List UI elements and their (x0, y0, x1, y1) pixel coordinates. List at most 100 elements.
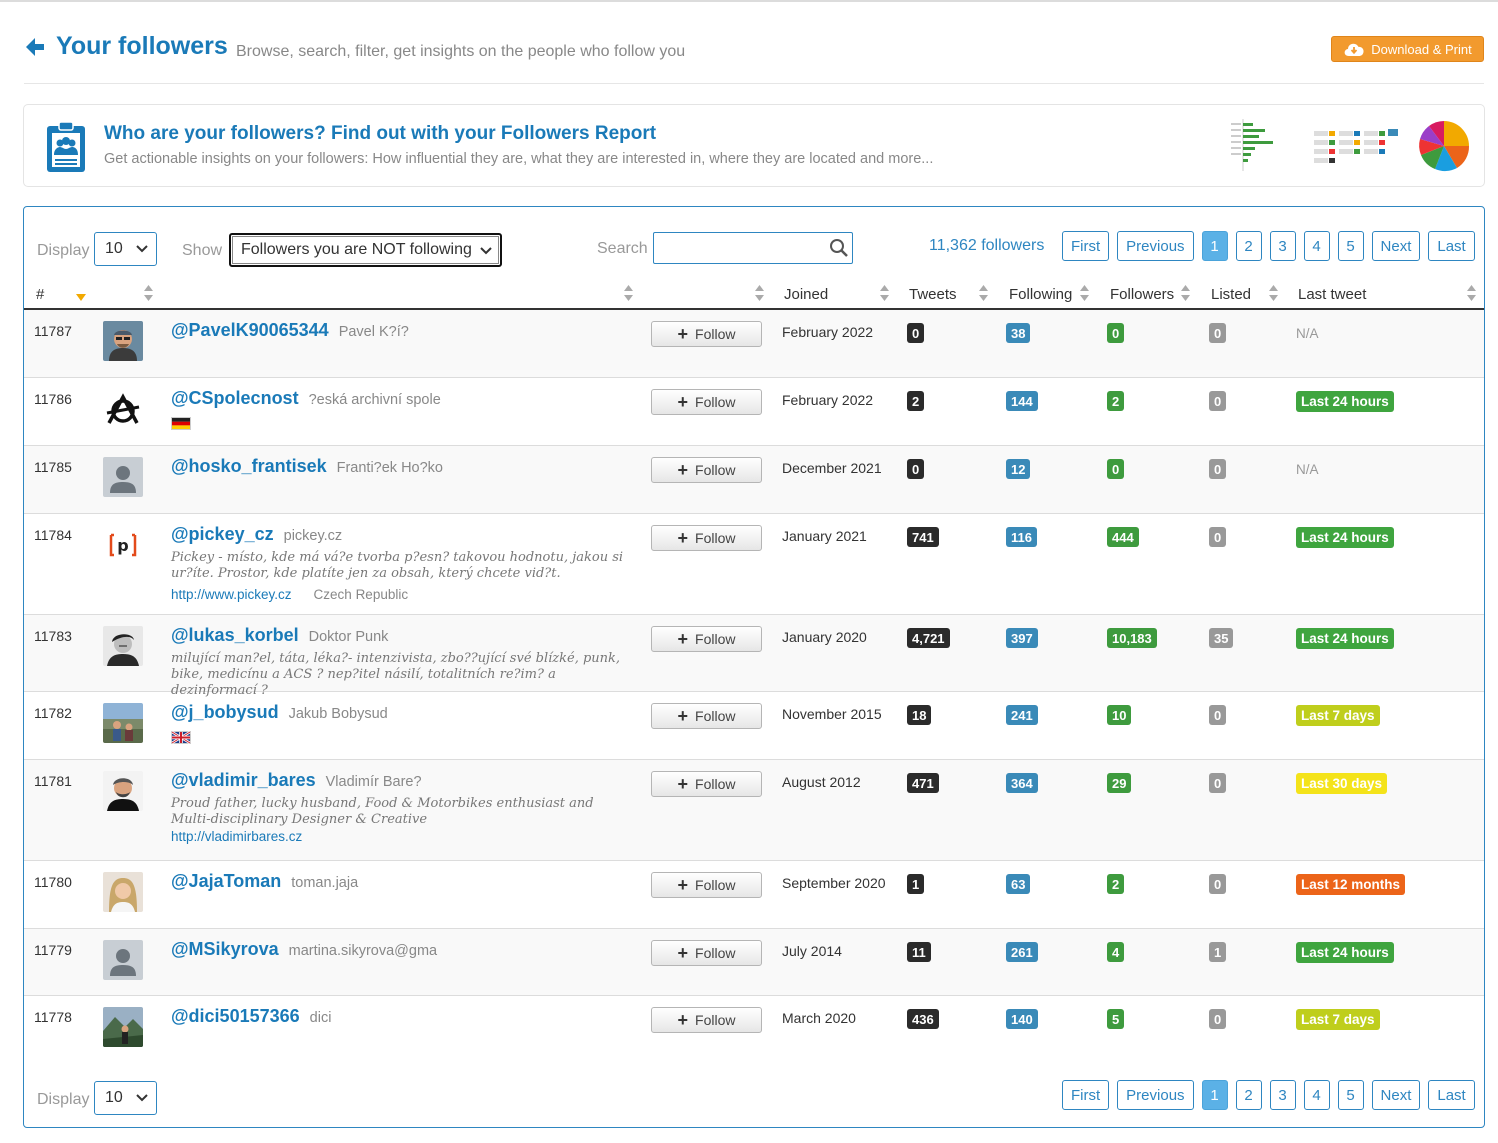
column-header-tweets[interactable]: Tweets (909, 286, 957, 303)
column-header-num[interactable]: # (36, 286, 44, 303)
joined-date: February 2022 (782, 392, 874, 408)
previous-page-button[interactable]: Previous (1117, 1080, 1194, 1110)
row-number: 11784 (34, 527, 72, 543)
column-header-last-tweet[interactable]: Last tweet (1298, 286, 1366, 303)
follow-button[interactable]: + Follow (651, 703, 762, 729)
next-page-button[interactable]: Next (1371, 1080, 1421, 1110)
follow-button[interactable]: + Follow (651, 626, 762, 652)
follow-button[interactable]: + Follow (651, 457, 762, 483)
page-4-button[interactable]: 4 (1303, 231, 1330, 261)
next-page-button[interactable]: Next (1371, 231, 1421, 261)
follower-bio: Proud father, lucky husband, Food & Moto… (171, 796, 594, 827)
download-print-button[interactable]: Download & Print (1331, 36, 1484, 62)
avatar[interactable] (103, 321, 143, 361)
page-3-button[interactable]: 3 (1269, 1080, 1296, 1110)
page-2-button[interactable]: 2 (1235, 1080, 1262, 1110)
follow-button[interactable]: + Follow (651, 872, 762, 898)
last-page-button[interactable]: Last (1428, 1080, 1475, 1110)
avatar[interactable] (103, 1007, 143, 1047)
sort-icon[interactable] (880, 283, 889, 303)
follow-button[interactable]: + Follow (651, 1007, 762, 1033)
search-input[interactable] (653, 232, 853, 264)
tweets-count-badge: 11 (907, 942, 931, 962)
page-5-button[interactable]: 5 (1337, 1080, 1364, 1110)
avatar[interactable] (103, 703, 143, 743)
followers-count-badge: 0 (1107, 323, 1125, 343)
follower-handle-link[interactable]: @MSikyrova martina.sikyrova@gma (171, 939, 437, 960)
sort-icon[interactable] (979, 283, 988, 303)
page-1-button[interactable]: 1 (1201, 231, 1228, 261)
report-title[interactable]: Who are your followers? Find out with yo… (104, 123, 656, 145)
followers-report-banner[interactable]: Who are your followers? Find out with yo… (23, 104, 1485, 187)
column-header-joined[interactable]: Joined (784, 286, 828, 303)
germany-flag-icon (171, 417, 191, 430)
avatar[interactable] (103, 457, 143, 497)
follower-handle-link[interactable]: @hosko_frantisek Franti?ek Ho?ko (171, 456, 443, 477)
page-2-button[interactable]: 2 (1235, 231, 1262, 261)
row-number: 11781 (34, 773, 72, 789)
table-row: 11783 @lukas_korbel Doktor Punk milující … (24, 615, 1484, 698)
follower-location: Czech Republic (313, 587, 409, 602)
sort-ascending-icon[interactable] (76, 294, 86, 302)
follow-button[interactable]: + Follow (651, 940, 762, 966)
follower-website-link[interactable]: http://www.pickey.cz (171, 587, 292, 602)
page-5-button[interactable]: 5 (1337, 231, 1364, 261)
follower-handle-link[interactable]: @vladimir_bares Vladimír Bare? (171, 770, 422, 791)
last-page-button[interactable]: Last (1428, 231, 1475, 261)
sort-icon[interactable] (1467, 283, 1476, 303)
listed-count-badge: 1 (1209, 942, 1227, 962)
previous-page-button[interactable]: Previous (1117, 231, 1194, 261)
page-1-button[interactable]: 1 (1201, 1080, 1228, 1110)
sort-icon[interactable] (1181, 283, 1190, 303)
follower-handle-link[interactable]: @lukas_korbel Doktor Punk (171, 625, 388, 646)
avatar[interactable]: p (103, 525, 143, 565)
search-icon[interactable] (829, 238, 849, 258)
display-select[interactable]: 10 (94, 232, 157, 266)
arrow-left-icon[interactable] (24, 36, 46, 58)
follow-button[interactable]: + Follow (651, 321, 762, 347)
sort-icon[interactable] (144, 283, 153, 303)
last-tweet-status: Last 7 days (1296, 705, 1380, 726)
follow-button[interactable]: + Follow (651, 771, 762, 797)
follower-handle-link[interactable]: @dici50157366 dici (171, 1006, 331, 1027)
following-count-badge: 116 (1006, 527, 1037, 547)
sort-icon[interactable] (755, 283, 764, 303)
sort-icon[interactable] (624, 283, 633, 303)
sort-icon[interactable] (1269, 283, 1278, 303)
page-3-button[interactable]: 3 (1269, 231, 1296, 261)
avatar[interactable] (103, 771, 143, 811)
follower-website-link[interactable]: http://vladimirbares.cz (171, 829, 302, 844)
avatar[interactable] (103, 626, 143, 666)
follower-handle-link[interactable]: @PavelK90065344 Pavel K?í? (171, 320, 409, 341)
sort-icon[interactable] (1080, 283, 1089, 303)
avatar[interactable] (103, 872, 143, 912)
display-select-bottom[interactable]: 10 (94, 1081, 157, 1115)
follower-handle-link[interactable]: @CSpolecnost ?eská archivní spole (171, 388, 441, 409)
first-page-button[interactable]: First (1062, 1080, 1110, 1110)
follow-button[interactable]: + Follow (651, 389, 762, 415)
table-row: 11784 p @pickey_cz pickey.cz Pickey - mís… (24, 514, 1484, 615)
joined-date: August 2012 (782, 774, 861, 790)
chevron-down-icon (480, 247, 492, 255)
followers-count-badge: 2 (1107, 874, 1125, 894)
row-number: 11780 (34, 874, 72, 890)
show-filter-select[interactable]: Followers you are NOT following (229, 233, 502, 267)
page-4-button[interactable]: 4 (1303, 1080, 1330, 1110)
pie-chart-thumbnail-icon (1419, 121, 1470, 172)
avatar-photo-icon (103, 1007, 143, 1047)
table-row: 11780 @JajaToman toman.jaja + Follow Septe… (24, 861, 1484, 929)
listed-count-badge: 0 (1209, 459, 1227, 479)
display-label-bottom: Display (37, 1091, 90, 1108)
first-page-button[interactable]: First (1062, 231, 1110, 261)
avatar[interactable] (103, 389, 143, 429)
column-header-followers[interactable]: Followers (1110, 286, 1174, 303)
follower-handle-link[interactable]: @pickey_cz pickey.cz (171, 524, 342, 545)
column-header-listed[interactable]: Listed (1211, 286, 1251, 303)
listed-count-badge: 0 (1209, 1009, 1227, 1029)
follower-handle-link[interactable]: @j_bobysud Jakub Bobysud (171, 702, 388, 723)
avatar[interactable] (103, 940, 143, 980)
column-header-following[interactable]: Following (1009, 286, 1072, 303)
follower-handle-link[interactable]: @JajaToman toman.jaja (171, 871, 358, 892)
last-tweet-status: Last 24 hours (1296, 942, 1394, 963)
follow-button[interactable]: + Follow (651, 525, 762, 551)
